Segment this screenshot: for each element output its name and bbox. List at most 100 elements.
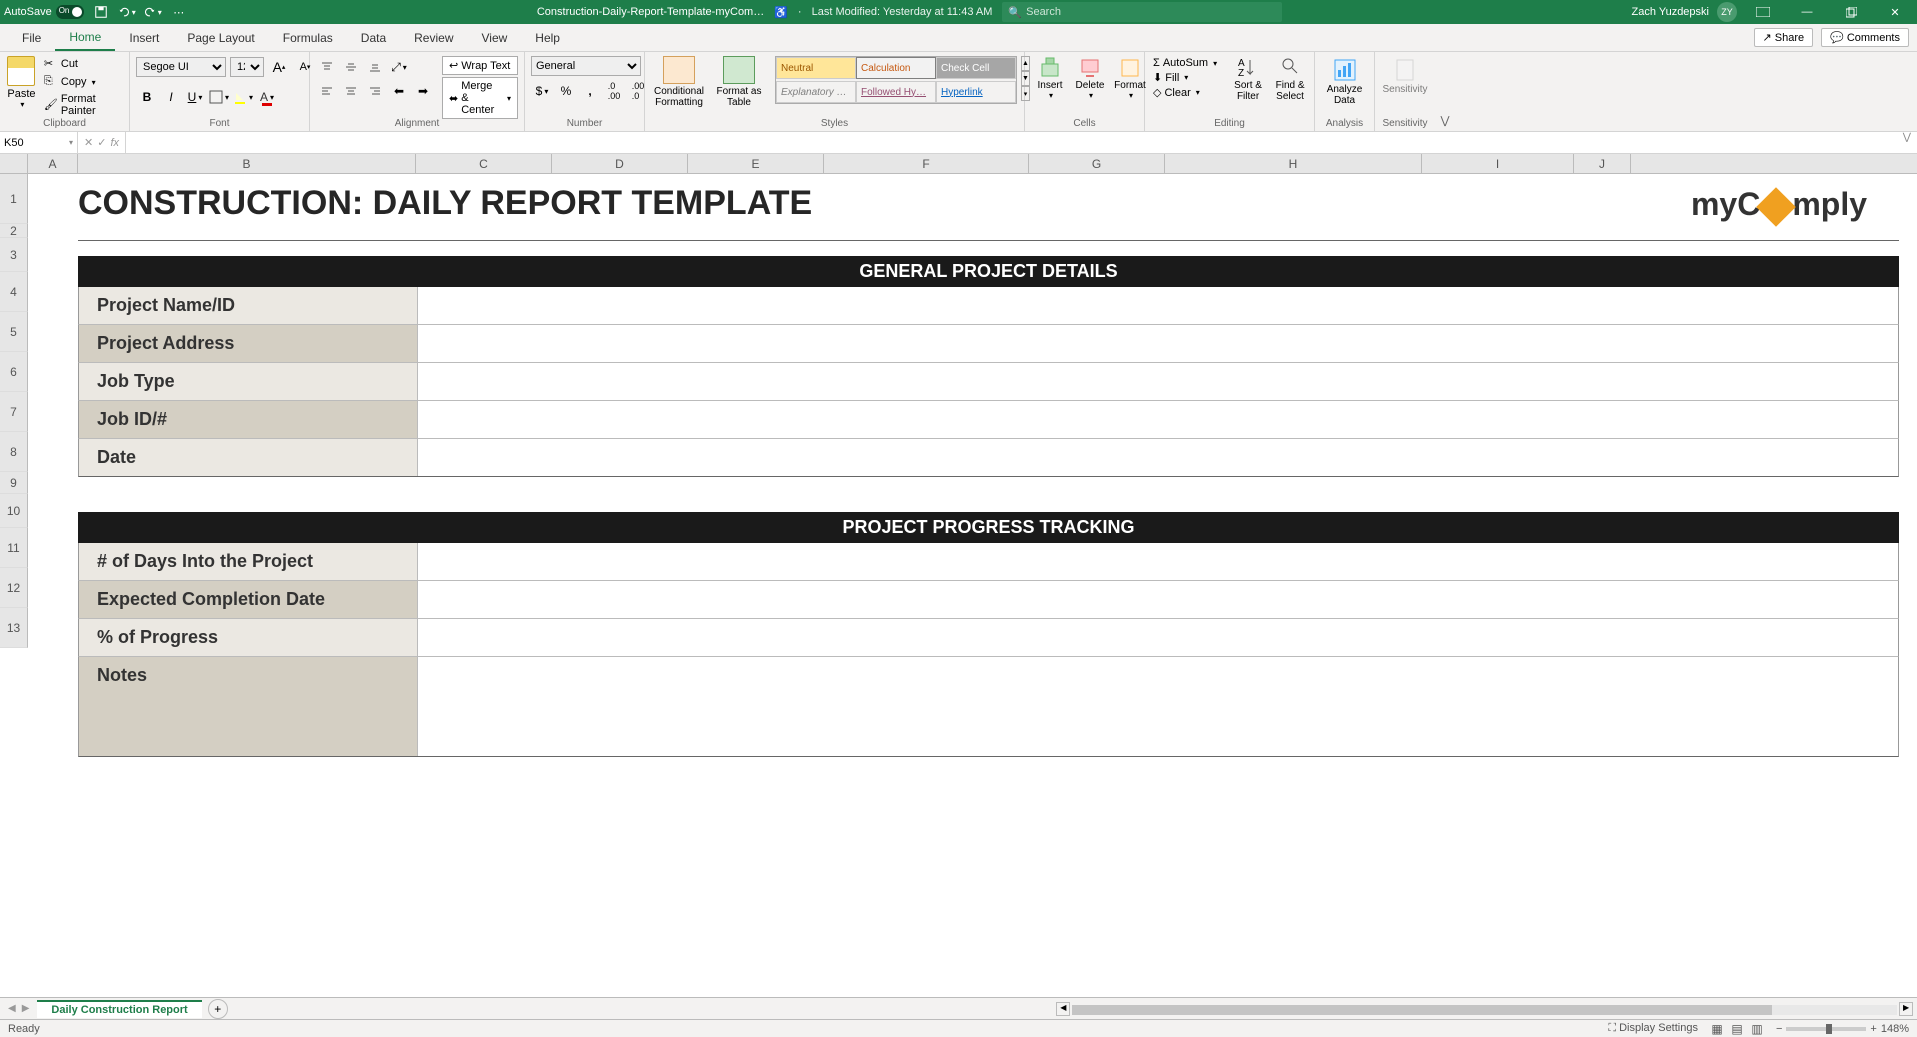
row-header-11[interactable]: 11: [0, 528, 28, 568]
underline-button[interactable]: U▾: [184, 86, 206, 108]
wrap-text-button[interactable]: ↩Wrap Text: [442, 56, 518, 75]
maximize-icon[interactable]: [1833, 0, 1869, 24]
zoom-in-button[interactable]: +: [1870, 1023, 1876, 1035]
italic-button[interactable]: I: [160, 86, 182, 108]
col-header-h[interactable]: H: [1165, 154, 1422, 173]
view-normal-icon[interactable]: ▦: [1708, 1022, 1726, 1036]
align-middle-button[interactable]: [340, 56, 362, 78]
decrease-indent-button[interactable]: ⬅: [388, 80, 410, 102]
comments-button[interactable]: 💬Comments: [1821, 28, 1909, 47]
value-pct-progress[interactable]: [417, 619, 1898, 656]
cut-button[interactable]: ✂Cut: [41, 56, 123, 72]
row-header-12[interactable]: 12: [0, 568, 28, 608]
view-page-break-icon[interactable]: ▥: [1748, 1022, 1766, 1036]
align-left-button[interactable]: [316, 80, 338, 102]
tab-data[interactable]: Data: [347, 24, 400, 51]
undo-icon[interactable]: ▾: [118, 3, 136, 21]
display-settings-button[interactable]: ⛶ Display Settings: [1608, 1022, 1698, 1035]
font-color-button[interactable]: A▾: [256, 86, 278, 108]
merge-center-button[interactable]: ⬌Merge & Center▾: [442, 77, 518, 119]
enter-formula-icon[interactable]: ✓: [97, 136, 106, 149]
autosum-button[interactable]: ΣAutoSum▾: [1151, 56, 1219, 70]
col-header-c[interactable]: C: [416, 154, 552, 173]
tab-home[interactable]: Home: [55, 24, 115, 51]
add-sheet-button[interactable]: +: [208, 999, 228, 1019]
tab-page-layout[interactable]: Page Layout: [173, 24, 268, 51]
comma-button[interactable]: ,: [579, 80, 601, 102]
value-job-id[interactable]: [417, 401, 1898, 438]
zoom-value[interactable]: 148%: [1881, 1023, 1909, 1035]
format-as-table-button[interactable]: Format as Table: [711, 56, 767, 108]
value-days-into[interactable]: [417, 543, 1898, 580]
select-all-corner[interactable]: [0, 154, 28, 173]
row-header-8[interactable]: 8: [0, 432, 28, 472]
value-project-address[interactable]: [417, 325, 1898, 362]
row-header-3[interactable]: 3: [0, 238, 28, 272]
zoom-control[interactable]: − + 148%: [1776, 1023, 1909, 1035]
search-input[interactable]: [1026, 6, 1276, 18]
close-icon[interactable]: ✕: [1877, 0, 1913, 24]
user-avatar[interactable]: ZY: [1717, 2, 1737, 22]
increase-decimal-button[interactable]: .0.00: [603, 80, 625, 102]
tab-review[interactable]: Review: [400, 24, 467, 51]
autosave-toggle[interactable]: On: [56, 5, 84, 19]
view-page-layout-icon[interactable]: ▤: [1728, 1022, 1746, 1036]
col-header-i[interactable]: I: [1422, 154, 1574, 173]
row-header-13[interactable]: 13: [0, 608, 28, 648]
style-followed-hyperlink[interactable]: Followed Hy…: [856, 81, 936, 103]
ribbon-display-icon[interactable]: [1745, 0, 1781, 24]
number-format-select[interactable]: General: [531, 56, 641, 76]
name-box[interactable]: ▾: [0, 132, 78, 153]
col-header-d[interactable]: D: [552, 154, 688, 173]
expand-formula-icon[interactable]: ⋁: [1897, 132, 1917, 153]
style-explanatory[interactable]: Explanatory …: [776, 81, 856, 103]
delete-cells-button[interactable]: Delete▾: [1071, 56, 1109, 100]
fill-color-button[interactable]: ▾: [232, 86, 254, 108]
qat-customize-icon[interactable]: ⋯: [170, 3, 188, 21]
col-header-g[interactable]: G: [1029, 154, 1165, 173]
row-header-9[interactable]: 9: [0, 472, 28, 494]
cell-styles-gallery[interactable]: Neutral Calculation Check Cell Explanato…: [775, 56, 1017, 104]
hscroll-right[interactable]: ▶: [1899, 1002, 1913, 1016]
hscroll-thumb[interactable]: [1072, 1005, 1772, 1015]
clear-button[interactable]: ◇Clear▾: [1151, 85, 1219, 100]
user-name[interactable]: Zach Yuzdepski: [1632, 6, 1709, 18]
formula-input[interactable]: [126, 132, 1897, 153]
value-notes[interactable]: [417, 657, 1898, 756]
col-header-f[interactable]: F: [824, 154, 1029, 173]
row-header-4[interactable]: 4: [0, 272, 28, 312]
percent-button[interactable]: %: [555, 80, 577, 102]
value-expected-completion[interactable]: [417, 581, 1898, 618]
bold-button[interactable]: B: [136, 86, 158, 108]
accessibility-icon[interactable]: ♿: [774, 6, 788, 19]
tab-insert[interactable]: Insert: [115, 24, 173, 51]
row-header-1[interactable]: 1: [0, 174, 28, 224]
row-header-10[interactable]: 10: [0, 494, 28, 528]
sheet-tab-active[interactable]: Daily Construction Report: [37, 1000, 201, 1018]
style-calculation[interactable]: Calculation: [856, 57, 936, 79]
zoom-slider[interactable]: [1786, 1027, 1866, 1031]
minimize-icon[interactable]: —: [1789, 0, 1825, 24]
align-top-button[interactable]: [316, 56, 338, 78]
align-bottom-button[interactable]: [364, 56, 386, 78]
row-header-6[interactable]: 6: [0, 352, 28, 392]
style-neutral[interactable]: Neutral: [776, 57, 856, 79]
cancel-formula-icon[interactable]: ✕: [84, 136, 93, 149]
row-header-2[interactable]: 2: [0, 224, 28, 238]
value-project-name[interactable]: [417, 287, 1898, 324]
value-date[interactable]: [417, 439, 1898, 476]
autosave[interactable]: AutoSave On: [4, 5, 84, 19]
worksheet-grid[interactable]: 1 2 3 4 5 6 7 8 9 10 11 12 13 CONSTRUCTI…: [0, 174, 1917, 1005]
redo-icon[interactable]: ▾: [144, 3, 162, 21]
sensitivity-button[interactable]: Sensitivity: [1381, 56, 1429, 95]
value-job-type[interactable]: [417, 363, 1898, 400]
font-name-select[interactable]: Segoe UI: [136, 57, 226, 77]
copy-button[interactable]: ⎘Copy▾: [41, 74, 123, 90]
sort-filter-button[interactable]: AZSort & Filter: [1229, 56, 1267, 102]
increase-font-button[interactable]: A▴: [268, 56, 290, 78]
last-modified[interactable]: Last Modified: Yesterday at 11:43 AM: [812, 6, 993, 18]
hscroll-left[interactable]: ◀: [1056, 1002, 1070, 1016]
currency-button[interactable]: $▾: [531, 80, 553, 102]
row-header-7[interactable]: 7: [0, 392, 28, 432]
zoom-out-button[interactable]: −: [1776, 1023, 1782, 1035]
